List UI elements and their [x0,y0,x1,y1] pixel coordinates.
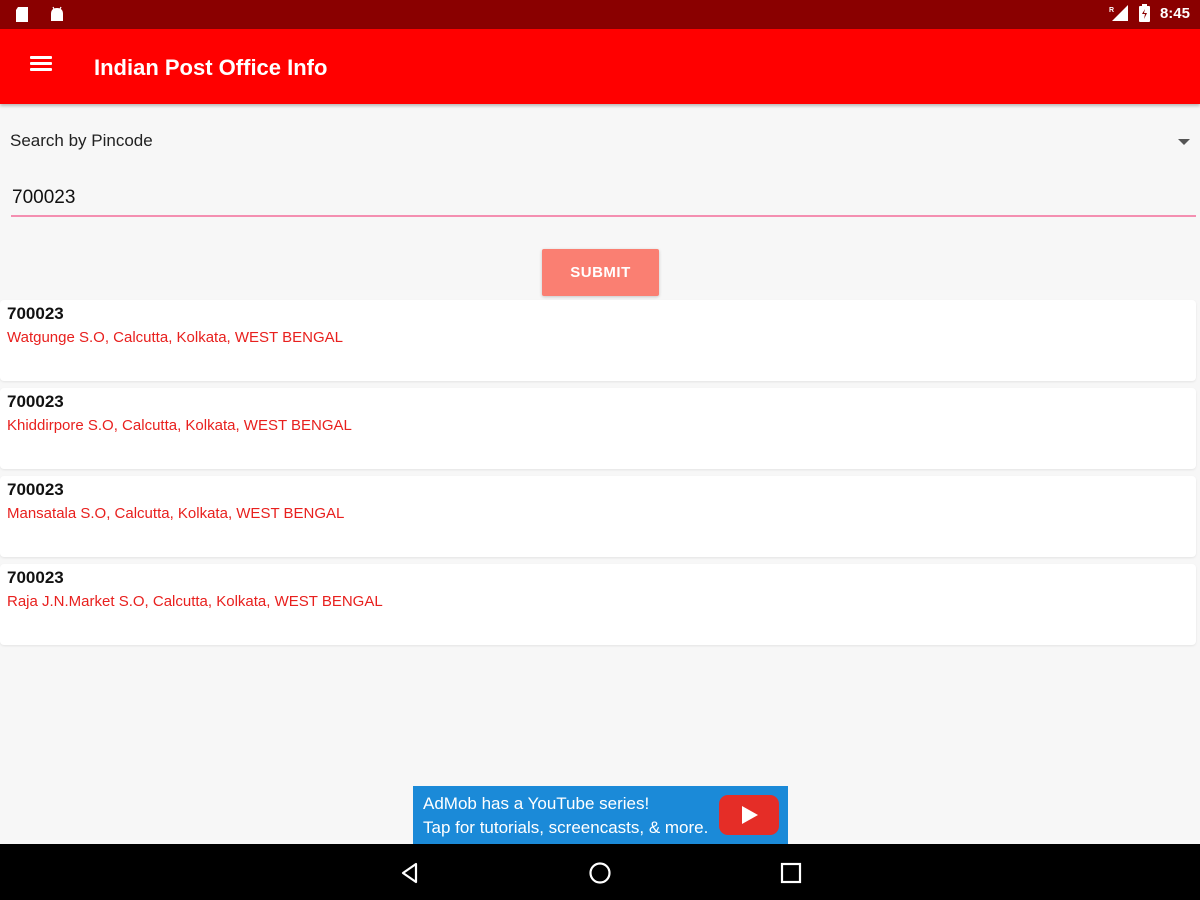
home-icon[interactable] [588,861,612,885]
recents-icon[interactable] [779,861,803,885]
app-title: Indian Post Office Info [94,55,328,80]
sd-card-icon [16,7,28,22]
result-address: Mansatala S.O, Calcutta, Kolkata, WEST B… [7,505,345,522]
app-bar: Indian Post Office Info [0,29,1200,104]
clock: 8:45 [1159,4,1190,22]
result-pincode: 700023 [7,304,64,323]
ad-banner[interactable]: AdMob has a YouTube series! Tap for tuto… [413,786,788,844]
back-icon[interactable] [398,861,422,885]
android-icon [51,6,63,21]
result-address: Raja J.N.Market S.O, Calcutta, Kolkata, … [7,593,383,610]
menu-icon[interactable] [28,53,56,79]
navigation-bar [0,844,1200,900]
result-item[interactable]: 700023 Mansatala S.O, Calcutta, Kolkata,… [0,476,1196,557]
result-item[interactable]: 700023 Khiddirpore S.O, Calcutta, Kolkat… [0,388,1196,469]
status-right: R 8:45 [1109,4,1190,22]
result-pincode: 700023 [7,392,64,411]
result-item[interactable]: 700023 Raja J.N.Market S.O, Calcutta, Ko… [0,564,1196,645]
ad-line-2: Tap for tutorials, screencasts, & more. [423,818,709,837]
search-mode-spinner[interactable]: Search by Pincode [0,118,1200,164]
pincode-input[interactable] [11,181,1196,217]
result-item[interactable]: 700023 Watgunge S.O, Calcutta, Kolkata, … [0,300,1196,381]
result-pincode: 700023 [7,568,64,587]
result-address: Khiddirpore S.O, Calcutta, Kolkata, WEST… [7,417,352,434]
result-address: Watgunge S.O, Calcutta, Kolkata, WEST BE… [7,329,343,346]
search-mode-label: Search by Pincode [10,131,153,150]
youtube-play-icon [719,795,779,835]
signal-icon: R [1109,5,1128,21]
result-pincode: 700023 [7,480,64,499]
notification-icons [14,6,66,23]
dropdown-arrow-icon [1178,139,1190,145]
battery-icon [1138,4,1150,22]
svg-text:R: R [1109,7,1114,14]
result-list: 700023 Watgunge S.O, Calcutta, Kolkata, … [0,300,1200,652]
status-bar: R 8:45 [0,0,1200,29]
submit-button[interactable]: SUBMIT [542,249,659,296]
ad-line-1: AdMob has a YouTube series! [423,794,650,813]
